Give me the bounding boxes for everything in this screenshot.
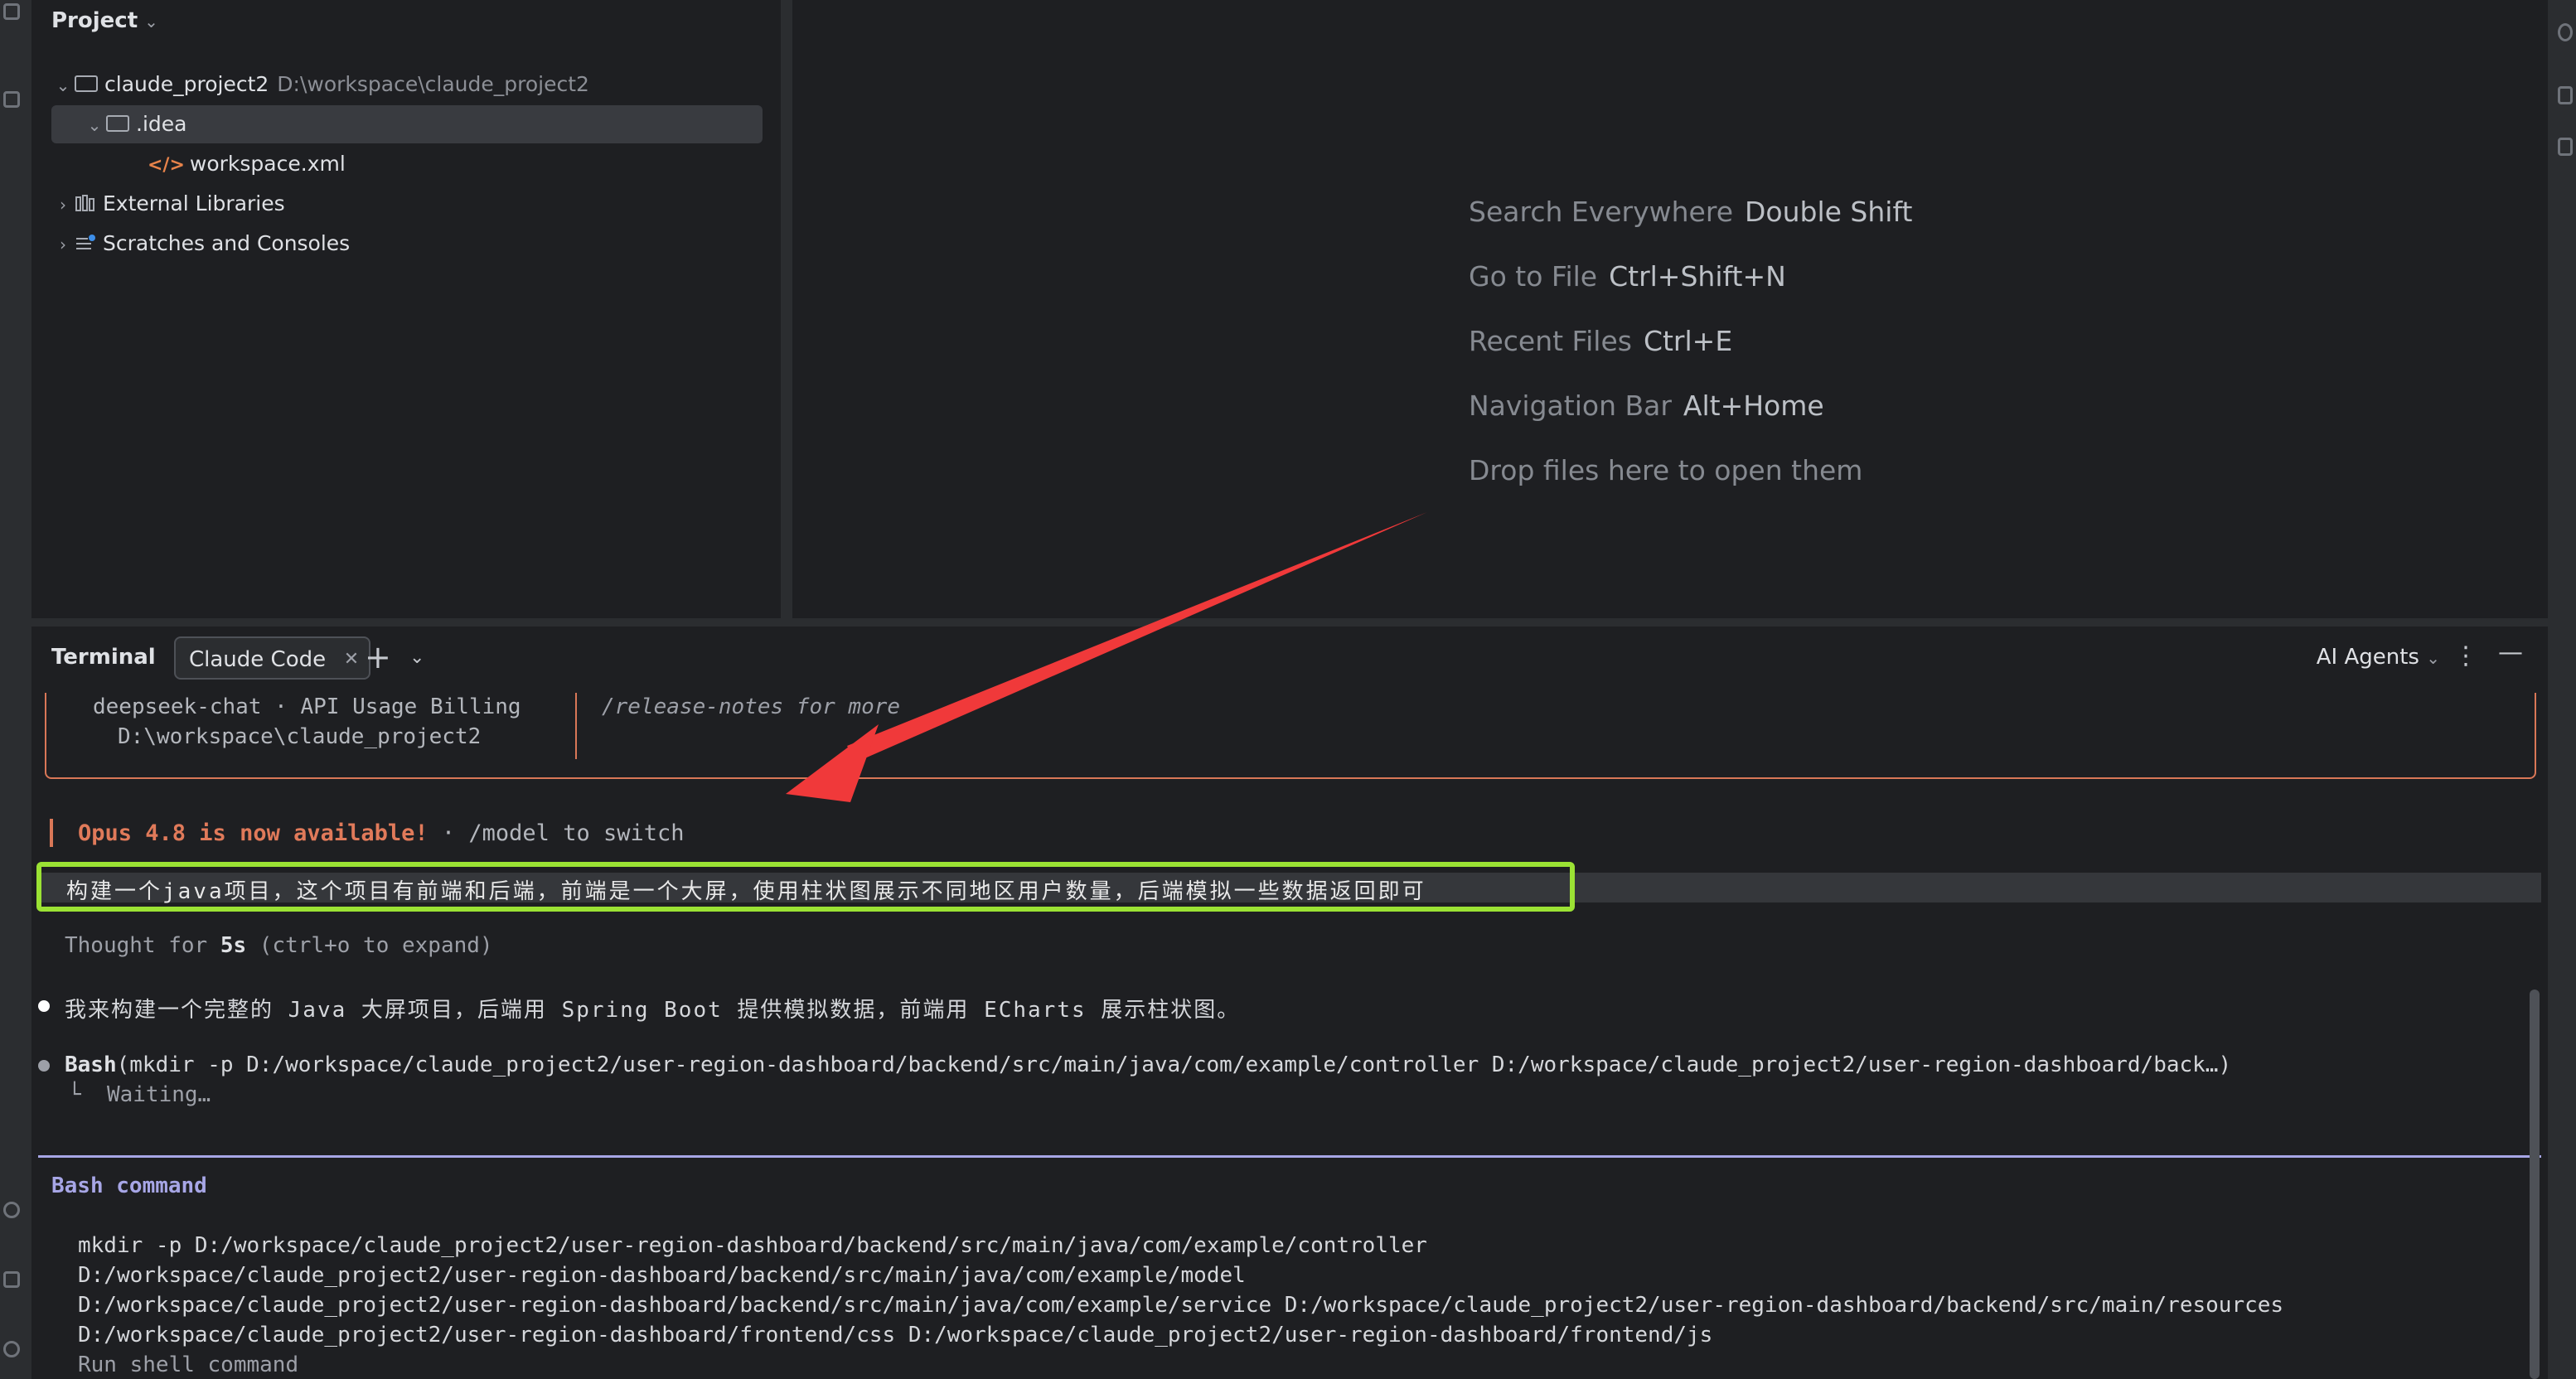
folder-icon [75,75,98,92]
tree-item-idea[interactable]: ⌄ .idea [51,105,763,143]
assistant-response: 我来构建一个完整的 Java 大屏项目，后端用 Spring Boot 提供模拟… [65,998,1241,1023]
tree-item-label: External Libraries [103,191,285,215]
editor-empty-area[interactable]: Search Everywhere Double Shift Go to File… [792,0,2548,618]
tree-item-external-libraries[interactable]: › External Libraries [51,185,285,223]
welcome-box: deepseek-chat · API Usage Billing D:\wor… [45,693,2536,779]
tree-item-label: .idea [136,112,187,136]
thought-suffix: (ctrl+o to expand) [246,933,493,958]
xml-file-icon: </> [148,155,185,176]
bash-prefix: Bash [65,1052,117,1077]
run-shell-command-label: Run shell command [78,1352,299,1377]
hint-label: Search Everywhere [1469,196,1733,228]
ai-agents-label: AI Agents [2316,645,2419,670]
tree-item-path: D:\workspace\claude_project2 [277,72,589,96]
thought-duration: 5s [220,933,247,958]
tool-bullet-icon [38,1060,50,1072]
welcome-divider [575,693,577,759]
hint-drop-files: Drop files here to open them [1469,454,1862,486]
chevron-right-icon[interactable]: › [51,225,75,264]
database-icon[interactable] [2558,86,2573,104]
scratches-icon [76,235,95,249]
gradle-icon[interactable] [2558,138,2573,156]
terminal-tool-icon[interactable] [3,1271,20,1288]
panel-splitter[interactable] [781,0,792,618]
project-tool-icon[interactable] [3,3,20,20]
chevron-down-icon[interactable]: ⌄ [409,641,424,675]
command-line: D:/workspace/claude_project2/user-region… [78,1293,2284,1318]
opus-accent-bar [50,819,53,847]
chevron-down-icon[interactable]: ⌄ [51,66,75,104]
library-icon [75,195,94,211]
project-view-selector[interactable]: Project ⌄ [51,8,158,33]
notifications-icon[interactable] [2558,23,2573,41]
hint-label: Go to File [1469,260,1598,293]
waiting-line: └ Waiting… [68,1082,211,1107]
terminal-scrollbar[interactable] [2530,989,2540,1379]
project-header-label: Project [51,8,138,33]
tab-claude-code[interactable]: Claude Code ✕ [174,636,371,681]
terminal-title: Terminal [51,645,156,670]
structure-tool-icon[interactable] [3,91,20,108]
hint-navigation-bar: Navigation Bar Alt+Home [1469,390,1824,422]
hint-go-to-file: Go to File Ctrl+Shift+N [1469,260,1786,293]
terminal-panel: Terminal Claude Code ✕ + ⌄ AI Agents ⌄ ⋮… [31,627,2548,1379]
tree-item-label: claude_project2 [104,72,269,96]
tree-item-label: workspace.xml [189,152,346,176]
services-tool-icon[interactable] [3,1202,20,1218]
chevron-right-icon[interactable]: › [51,186,75,224]
more-options-icon[interactable]: ⋮ [2453,641,2478,670]
hint-label: Recent Files [1469,325,1632,357]
hint-key: Ctrl+E [1643,325,1733,357]
hint-search-everywhere: Search Everywhere Double Shift [1469,196,1912,228]
opus-rest: · /model to switch [428,820,685,846]
right-tool-strip [2548,0,2576,1379]
left-tool-strip [0,0,31,1379]
bash-command-title: Bash command [51,1173,207,1198]
welcome-model-line: deepseek-chat · API Usage Billing [93,694,521,719]
opus-highlight: Opus 4.8 is now available! [78,820,429,846]
hint-recent-files: Recent Files Ctrl+E [1469,325,1732,357]
project-panel: Project ⌄ ⌄ claude_project2 D:\workspace\cl… [31,0,781,618]
problems-tool-icon[interactable] [3,1341,20,1357]
hint-key: Alt+Home [1683,390,1824,422]
opus-announcement: Opus 4.8 is now available! · /model to s… [78,820,685,846]
prompt-highlight-box [36,862,1575,912]
command-line: D:/workspace/claude_project2/user-region… [78,1263,1246,1288]
ai-agents-dropdown[interactable]: AI Agents ⌄ [2317,645,2440,670]
minimize-icon[interactable]: — [2498,638,2523,667]
hint-key: Ctrl+Shift+N [1609,260,1786,293]
tree-item-project-root[interactable]: ⌄ claude_project2 D:\workspace\claude_proj… [51,65,589,104]
command-line: D:/workspace/claude_project2/user-region… [78,1323,1713,1348]
response-bullet-icon [38,1000,50,1012]
plus-icon[interactable]: + [365,638,391,676]
chevron-down-icon[interactable]: ⌄ [83,106,106,144]
tab-label: Claude Code [189,647,327,672]
terminal-splitter[interactable] [31,618,2548,627]
thought-prefix: Thought for [65,933,220,958]
chevron-down-icon: ⌄ [144,12,158,31]
chevron-down-icon: ⌄ [2426,648,2440,668]
tree-item-label: Scratches and Consoles [103,231,351,255]
tree-item-scratches[interactable]: › Scratches and Consoles [51,225,350,263]
hint-label: Navigation Bar [1469,390,1672,422]
folder-icon [106,115,129,132]
hint-key: Double Shift [1745,196,1913,228]
command-line: mkdir -p D:/workspace/claude_project2/us… [78,1233,1427,1258]
terminal-header: Terminal Claude Code ✕ + ⌄ AI Agents ⌄ ⋮… [31,627,2548,693]
thought-line[interactable]: Thought for 5s (ctrl+o to expand) [65,933,493,958]
command-separator [38,1155,2541,1158]
close-icon[interactable]: ✕ [344,638,359,681]
hint-label: Drop files here to open them [1469,454,1863,486]
welcome-path-line: D:\workspace\claude_project2 [118,724,482,749]
tree-item-workspace-xml[interactable]: </> workspace.xml [148,145,346,183]
bash-tool-line: Bash(mkdir -p D:/workspace/claude_projec… [65,1052,2231,1077]
bash-args: (mkdir -p D:/workspace/claude_project2/u… [116,1052,2232,1077]
release-notes-line: /release-notes for more [602,694,901,719]
